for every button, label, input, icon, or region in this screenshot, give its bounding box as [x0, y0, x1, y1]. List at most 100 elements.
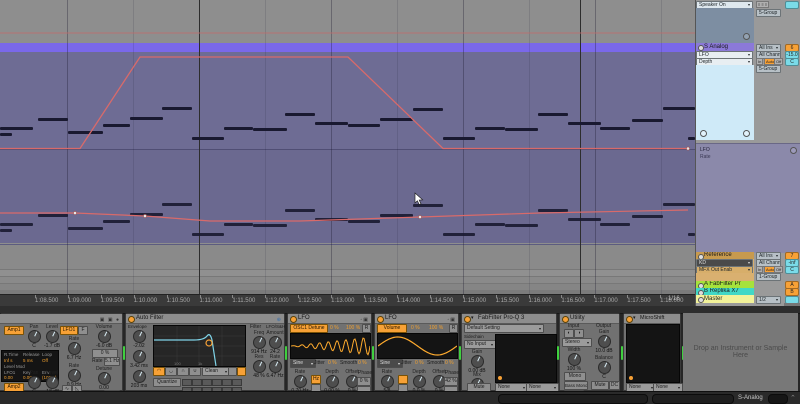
env-amount-knob[interactable]: -2.02 [127, 330, 151, 349]
speaker-on-chooser[interactable]: Speaker On [696, 1, 753, 8]
mute-button[interactable]: Mute [591, 381, 609, 390]
resize-handle-icon[interactable] [700, 130, 707, 137]
plugin-placeholder[interactable] [495, 334, 557, 383]
map-max-field[interactable]: 100 % [346, 325, 360, 331]
map-r-button[interactable]: R [449, 324, 458, 333]
phase-left-button[interactable]: ◐ [564, 329, 574, 338]
track-header-return-b[interactable]: B Replika X7 [696, 288, 754, 295]
bass-mono-button[interactable]: Bass Mono [564, 381, 588, 390]
device-lfo-2[interactable]: LFO◦▣ Volume 0 % 100 % R Sine Jitter 0 %… [374, 313, 459, 395]
device-microshift[interactable]: MicroShift▾ None None [623, 313, 683, 392]
lfo1-phase-field[interactable]: 0 % [357, 377, 371, 386]
status-button[interactable] [768, 394, 788, 404]
map-r-button[interactable]: R [362, 324, 371, 333]
track-body-s-analog[interactable] [696, 65, 754, 140]
filter-on-button[interactable] [237, 367, 246, 376]
return-a-name[interactable]: A FabFilter Pr [696, 281, 754, 288]
quantize-button[interactable]: Quantize [153, 378, 181, 387]
time-ruler[interactable]: 1:08.500 1:09.000 1:09.500 1:10.000 1:10.500… [0, 294, 695, 306]
sidechain-gain-knob[interactable]: Gain 0.00 dB [465, 349, 489, 374]
monitor-off-button[interactable]: Off [774, 266, 784, 273]
device-on-icon[interactable] [626, 316, 633, 323]
plugin-placeholder[interactable] [626, 324, 680, 383]
device-analog[interactable]: ▣ ▣ ● Amp1 Pan C Level -1.7 dB R.Time Inf … [0, 313, 123, 399]
jitter-field[interactable]: 0 % [415, 360, 424, 366]
automation-chooser-mfx[interactable]: MFX Out Enab [696, 266, 753, 273]
automation-chooser-depth[interactable]: Depth [696, 58, 753, 65]
device-utility[interactable]: Utility Input ◐ ◑ Stereo Width100 % Mono… [559, 313, 620, 399]
lfo-rate-knob[interactable]: Rate 6.47 Hz [263, 354, 287, 379]
analog-pan-field[interactable]: C [785, 58, 799, 66]
device-drop-area[interactable]: Drop an Instrument or Sample Here [683, 313, 798, 391]
channel-mode-chooser[interactable]: Stereo [562, 338, 592, 347]
lfo-f-button[interactable]: F [78, 326, 88, 335]
device-fabfilter-pro-q3[interactable]: FabFilter Pro-Q 3▾ Default Setting Sidec… [461, 313, 559, 397]
device-auto-filter[interactable]: Auto Filter ⊕ Envelope -2.02 3.42 ms 203 … [125, 313, 287, 394]
device-lfo-1[interactable]: LFO◦▣ OSC1 Detune 0 % 100 % R Sine Jitte… [287, 313, 372, 395]
remove-lane-icon[interactable] [790, 147, 797, 154]
status-field-2[interactable] [652, 394, 734, 404]
unfold-icon[interactable]: ▾ [471, 314, 474, 323]
monitor-off-button[interactable]: Off [774, 58, 784, 65]
device-on-icon[interactable] [377, 316, 384, 323]
sidechain-input-chooser[interactable]: No Input [464, 340, 496, 349]
jitter-field[interactable]: 0 % [328, 360, 337, 366]
return-b-name[interactable]: B Replika X7 [696, 288, 754, 295]
gain-knob[interactable]: Gain 10.0 dB [592, 329, 616, 354]
lfo1-toggle[interactable]: LFO1 [60, 326, 78, 335]
mono-button[interactable]: Mono [564, 372, 586, 381]
map-min-field[interactable]: 0 % [330, 325, 339, 331]
env-attack-knob[interactable]: 3.42 ms [127, 350, 151, 369]
speaker-volume-badge[interactable] [785, 1, 799, 9]
amp1-toggle[interactable]: Amp1 [4, 326, 24, 335]
automation-chooser-lfo[interactable]: LFO [696, 51, 753, 58]
volume-rate-field[interactable]: 5.1 Hz [104, 357, 120, 366]
filter-type-notch-icon[interactable]: ∪ [189, 367, 201, 376]
automation-chooser-kd[interactable]: KD [696, 259, 753, 266]
dc-button[interactable]: DC [609, 381, 620, 390]
volume-knob[interactable]: Volume -6.0 dB [92, 324, 116, 349]
map-max-field[interactable]: 100 % [429, 325, 443, 331]
arrangement-view[interactable]: 1:08.500 1:09.000 1:09.500 1:10.000 1:10.500… [0, 0, 695, 306]
balance-knob[interactable]: Balance C [592, 355, 616, 380]
monitor-in-button[interactable]: In [756, 266, 764, 273]
detune-knob[interactable]: Detune 0.00 [92, 366, 116, 391]
lfo1-rate-knob[interactable]: Rate 6.7 Hz [62, 336, 86, 361]
unfold-icon[interactable]: ▾ [633, 314, 636, 323]
track-header-s-analog[interactable]: S Analog [696, 43, 754, 51]
device-on-icon[interactable] [562, 316, 569, 323]
lfo1-wave-chooser[interactable]: Sine [290, 359, 316, 368]
reference-pan-field[interactable]: C [785, 266, 799, 274]
smooth-field[interactable]: 0 % [445, 360, 454, 366]
device-on-icon[interactable] [464, 316, 471, 323]
speaker-output-chooser[interactable]: 5-Group [756, 9, 781, 17]
device-on-icon[interactable] [290, 316, 297, 323]
status-field-1[interactable] [498, 394, 648, 404]
filter-type-lowpass-icon[interactable]: ◠ [153, 367, 165, 376]
monitor-in-button[interactable]: In [756, 58, 764, 65]
width-knob[interactable]: Width 100 % [562, 347, 586, 372]
slope-button[interactable] [228, 367, 237, 376]
reference-output-chooser[interactable]: 1-Group [756, 273, 781, 281]
fold-handle-icon[interactable] [743, 130, 750, 137]
track-header-reference[interactable]: Reference [696, 252, 754, 259]
track-header-return-a[interactable]: A FabFilter Pr [696, 281, 754, 288]
reference-body[interactable] [696, 273, 754, 281]
filter-type-highpass-icon[interactable]: ◡ [165, 367, 177, 376]
device-on-icon[interactable] [128, 316, 135, 323]
filter-type-bandpass-icon[interactable]: ∩ [177, 367, 189, 376]
map-target-button[interactable]: OSC1 Detune [290, 324, 328, 333]
track-header-master[interactable]: Master [696, 295, 754, 303]
monitor-buttons[interactable]: ≡ ≡ ≡ [756, 1, 770, 8]
automation-lane-header[interactable]: LFO Rate [696, 143, 800, 253]
phase-right-button[interactable]: ◑ [574, 329, 584, 338]
map-target-button[interactable]: Volume [377, 324, 407, 333]
lfo-amount-knob[interactable]: Amount 24.2 [263, 330, 287, 355]
map-min-field[interactable]: 0 % [411, 325, 420, 331]
master-output-chooser[interactable]: 1/2 [756, 296, 781, 304]
fold-handle-icon[interactable] [743, 33, 750, 40]
track-name-reference[interactable]: Reference [696, 252, 754, 259]
filter-display[interactable]: 100 1k [153, 325, 246, 367]
lfo2-wave-chooser[interactable]: Sine [377, 359, 403, 368]
lfo2-phase-field[interactable]: 42 % [444, 377, 458, 386]
